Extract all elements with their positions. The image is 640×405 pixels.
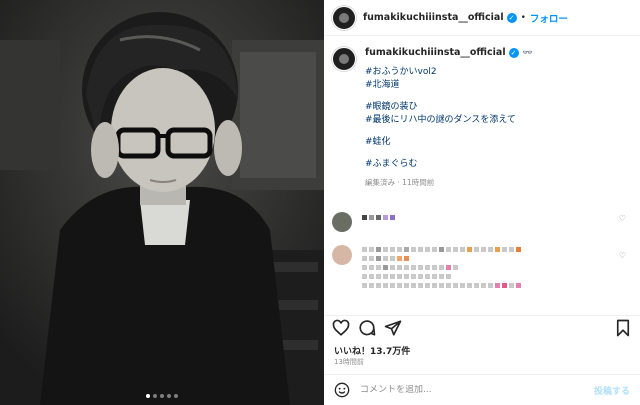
comment-bubble-icon[interactable]: [358, 319, 376, 337]
header-username[interactable]: fumakikuchiiinsta__official: [363, 12, 504, 23]
carousel-indicator: [0, 394, 324, 398]
pixelated-comment-text: [362, 256, 632, 261]
verified-badge-icon: ✓: [508, 47, 519, 58]
comment-item: ♡: [324, 245, 640, 292]
caption-username[interactable]: fumakikuchiiinsta__official: [365, 47, 506, 58]
post-panel: fumakikuchiiinsta__official ✓ • フォロー fum…: [324, 0, 640, 405]
pixelated-comment-text: [362, 283, 632, 288]
paper-plane-icon[interactable]: [384, 319, 402, 337]
add-comment-bar: 投稿する: [324, 374, 640, 405]
heart-icon[interactable]: [332, 319, 350, 337]
comment-item: ♡: [324, 212, 640, 232]
follow-button[interactable]: フォロー: [530, 11, 568, 25]
pixelated-comment-text: [362, 247, 632, 252]
header-separator: •: [520, 12, 526, 23]
photo-image: [0, 0, 324, 405]
carousel-dot: [153, 394, 157, 398]
carousel-dot: [146, 394, 150, 398]
action-bar: [324, 315, 640, 343]
post-header: fumakikuchiiinsta__official ✓ • フォロー: [324, 0, 640, 36]
comment-input[interactable]: [360, 385, 594, 395]
post-photo[interactable]: [0, 0, 324, 405]
likes-count[interactable]: いいね！13.7万件: [334, 344, 410, 357]
post-comment-button[interactable]: 投稿する: [594, 384, 630, 397]
glasses-emoji: 👓: [522, 48, 533, 57]
carousel-dot: [167, 394, 171, 398]
carousel-dot: [174, 394, 178, 398]
verified-badge-icon: ✓: [506, 12, 517, 23]
caption-text: #おふうかいvol2 #北海道 #眼鏡の装ひ #最後にリハ中の謎のダンスを添えて…: [365, 66, 632, 171]
caption-block: fumakikuchiiinsta__official ✓ 👓 #おふうかいvo…: [324, 37, 640, 188]
avatar[interactable]: [332, 5, 356, 30]
post-time[interactable]: 13時間前: [334, 357, 364, 367]
caption-avatar[interactable]: [332, 47, 356, 71]
pixelated-comment-text: [362, 215, 632, 220]
hashtag-link[interactable]: #眼鏡の装ひ: [365, 101, 632, 114]
pixelated-comment-text: [362, 274, 632, 279]
caption-meta: 編集済み · 11時間前: [365, 178, 435, 187]
small-heart-icon[interactable]: ♡: [619, 251, 626, 260]
hashtag-link[interactable]: #北海道: [365, 79, 632, 92]
commenter-avatar: [332, 212, 352, 232]
hashtag-link[interactable]: #蛙化: [365, 136, 632, 149]
hashtag-link[interactable]: #ふまぐらむ: [365, 158, 632, 171]
smiley-icon[interactable]: [334, 382, 350, 398]
hashtag-link[interactable]: #最後にリハ中の謎のダンスを添えて: [365, 114, 632, 127]
hashtag-link[interactable]: #おふうかいvol2: [365, 66, 632, 79]
comments-area[interactable]: fumakikuchiiinsta__official ✓ 👓 #おふうかいvo…: [324, 37, 640, 315]
commenter-avatar: [332, 245, 352, 265]
small-heart-icon[interactable]: ♡: [619, 214, 626, 223]
bookmark-icon[interactable]: [614, 319, 632, 337]
pixelated-comment-text: [362, 265, 632, 270]
carousel-dot: [160, 394, 164, 398]
